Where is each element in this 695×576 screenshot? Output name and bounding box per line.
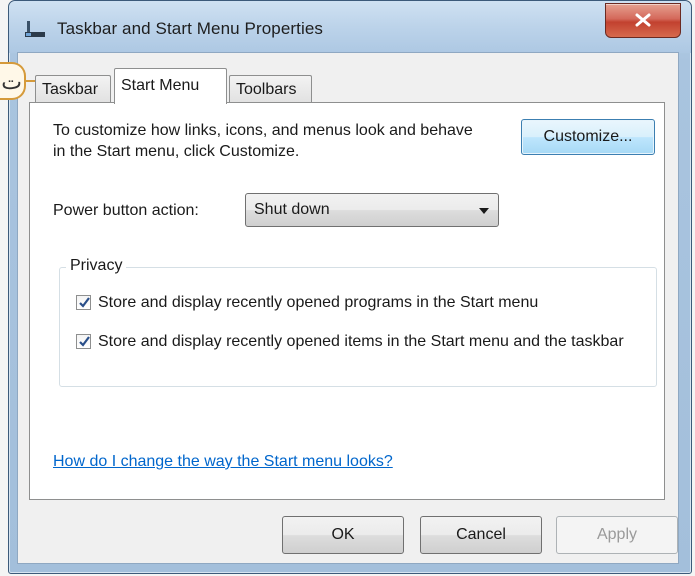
- title-bar: Taskbar and Start Menu Properties: [9, 1, 691, 53]
- tab-toolbars[interactable]: Toolbars: [229, 75, 312, 103]
- recent-items-label[interactable]: Store and display recently opened items …: [98, 331, 643, 352]
- apply-button[interactable]: Apply: [556, 516, 678, 554]
- privacy-group: [59, 267, 657, 387]
- help-link[interactable]: How do I change the way the Start menu l…: [53, 453, 393, 471]
- callout-marker: ت: [0, 62, 26, 100]
- close-button[interactable]: [605, 3, 681, 38]
- customize-description: To customize how links, icons, and menus…: [53, 122, 473, 160]
- recent-items-checkbox[interactable]: [76, 334, 91, 349]
- window-title: Taskbar and Start Menu Properties: [57, 19, 323, 38]
- customize-button[interactable]: Customize...: [521, 119, 655, 155]
- chevron-down-icon: [479, 208, 489, 214]
- checkmark-icon: [79, 297, 90, 308]
- power-button-value: Shut down: [254, 201, 330, 218]
- recent-programs-label[interactable]: Store and display recently opened progra…: [98, 292, 638, 313]
- power-button-select[interactable]: Shut down: [245, 193, 499, 227]
- ok-button[interactable]: OK: [282, 516, 404, 554]
- tab-start-menu[interactable]: Start Menu: [114, 68, 227, 104]
- privacy-legend: Privacy: [66, 257, 127, 275]
- close-icon: [635, 13, 651, 27]
- tab-taskbar[interactable]: Taskbar: [35, 75, 111, 103]
- taskbar-icon: [23, 19, 47, 39]
- cancel-button[interactable]: Cancel: [420, 516, 542, 554]
- recent-programs-checkbox[interactable]: [76, 295, 91, 310]
- power-button-label: Power button action:: [53, 202, 199, 219]
- checkmark-icon: [79, 336, 90, 347]
